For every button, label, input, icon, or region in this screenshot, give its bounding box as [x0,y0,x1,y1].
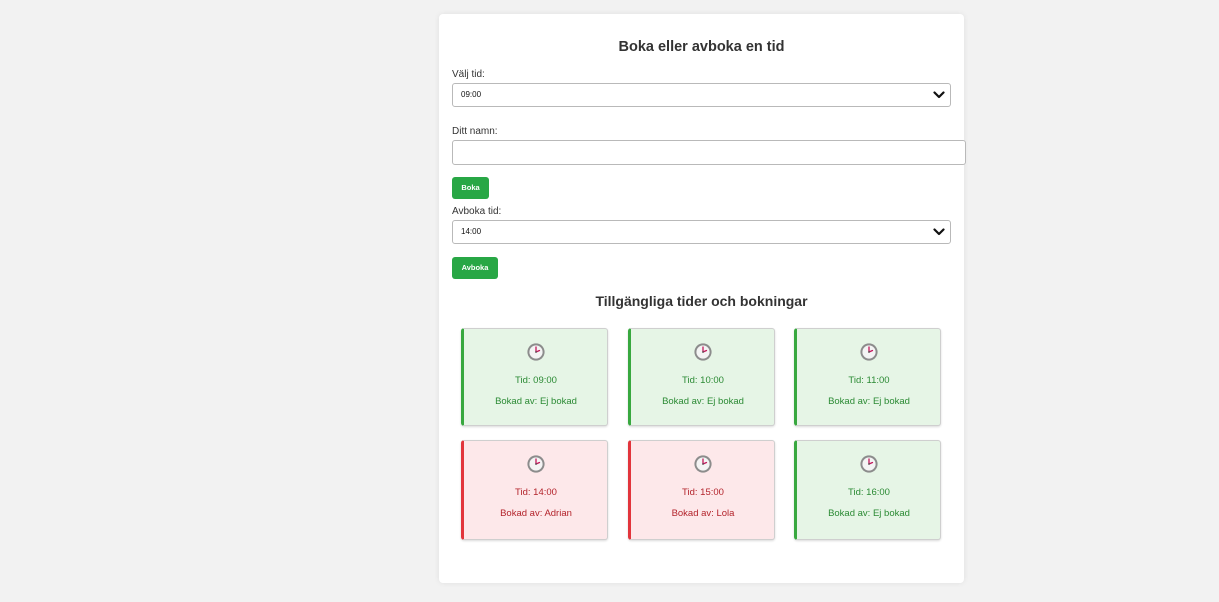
slot-time: Tid: 16:00 [848,487,890,498]
booking-card: Boka eller avboka en tid Välj tid: 09:00… [439,14,966,583]
slot-booked-by: Bokad av: Ej bokad [495,396,577,407]
slot-card: Tid: 14:00 Bokad av: Adrian [461,440,608,540]
slot-booked-by: Bokad av: Ej bokad [828,508,910,519]
time-select-value: 09:00 [461,90,482,99]
cancel-select-label: Avboka tid: [452,206,502,217]
cancel-select[interactable]: 14:00 [452,220,951,244]
clock-icon [694,343,712,361]
slot-time: Tid: 10:00 [682,375,724,386]
clock-icon [694,455,712,473]
clock-icon [527,343,545,361]
slot-card: Tid: 10:00 Bokad av: Ej bokad [628,328,775,426]
clock-icon [527,455,545,473]
name-input[interactable] [452,140,966,165]
time-select-label: Välj tid: [452,69,485,80]
slot-time: Tid: 11:00 [848,375,890,386]
slot-booked-by: Bokad av: Lola [671,508,735,519]
cancel-button[interactable]: Avboka [452,257,498,279]
slot-time: Tid: 09:00 [515,375,557,386]
slots-title: Tillgängliga tider och bokningar [595,293,808,309]
slot-card: Tid: 16:00 Bokad av: Ej bokad [794,440,941,540]
name-input-label: Ditt namn: [452,126,498,137]
slot-booked-by: Bokad av: Adrian [500,508,572,519]
slot-booked-by: Bokad av: Ej bokad [828,396,910,407]
time-select[interactable]: 09:00 [452,83,951,107]
slot-card: Tid: 15:00 Bokad av: Lola [628,440,775,540]
cancel-select-value: 14:00 [461,227,482,236]
slot-time: Tid: 14:00 [515,487,557,498]
slot-card: Tid: 09:00 Bokad av: Ej bokad [461,328,608,426]
clock-icon [860,455,878,473]
book-button[interactable]: Boka [452,177,489,199]
chevron-down-icon [933,228,945,236]
page-title: Boka eller avboka en tid [618,39,785,55]
slot-card: Tid: 11:00 Bokad av: Ej bokad [794,328,941,426]
chevron-down-icon [933,91,945,99]
slot-booked-by: Bokad av: Ej bokad [662,396,744,407]
slot-time: Tid: 15:00 [682,487,724,498]
clock-icon [860,343,878,361]
